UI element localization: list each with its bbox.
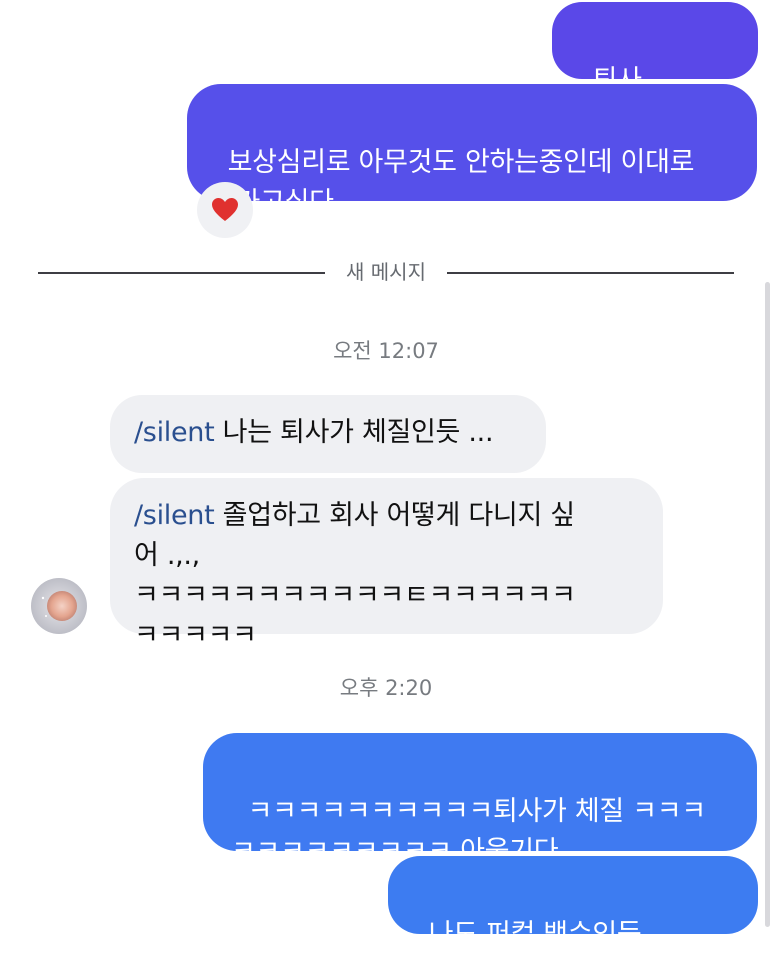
contact-avatar[interactable] (31, 578, 87, 634)
timestamp: 오후 2:20 (339, 676, 433, 700)
moon-avatar-icon (31, 578, 87, 634)
sent-message-bubble[interactable]: 퇴사 1주일차 (552, 2, 758, 136)
sent-message-bubble[interactable]: 나도 퍼컬 백수인듯.......... (388, 856, 758, 950)
silent-command: /silent (134, 417, 215, 448)
scrollbar[interactable] (765, 282, 770, 927)
sent-message-bubble[interactable]: 보상심리로 아무것도 안하는중인데 이대로 쭉가고싶다 (187, 84, 757, 218)
silent-command: /silent (134, 500, 215, 531)
received-message-bubble[interactable]: /silent 졸업하고 회사 어떻게 다니지 싶 어 .,.,ㅋㅋㅋㅋㅋㅋㅋㅋ… (110, 478, 663, 651)
timestamp: 오전 12:07 (333, 339, 439, 363)
divider-line-left (38, 272, 325, 274)
message-text: 나는 퇴사가 체질인듯 ... (214, 417, 494, 448)
divider-line-right (447, 272, 734, 274)
heart-icon (212, 198, 238, 221)
sent-message-bubble[interactable]: ㅋㅋㅋㅋㅋㅋㅋㅋㅋㅋ퇴사가 체질 ㅋㅋㅋ ㅋㅋㅋㅋㅋㅋㅋㅋㅋ 아웃기다 (203, 733, 757, 867)
reaction-badge[interactable] (197, 182, 253, 238)
new-messages-divider-label: 새 메시지 (346, 260, 426, 284)
received-message-bubble[interactable]: /silent 나는 퇴사가 체질인듯 ... (110, 395, 546, 473)
message-text: 보상심리로 아무것도 안하는중인데 이대로 쭉가고싶다 (211, 147, 695, 218)
message-text: 나도 퍼컬 백수인듯.......... (428, 919, 725, 950)
